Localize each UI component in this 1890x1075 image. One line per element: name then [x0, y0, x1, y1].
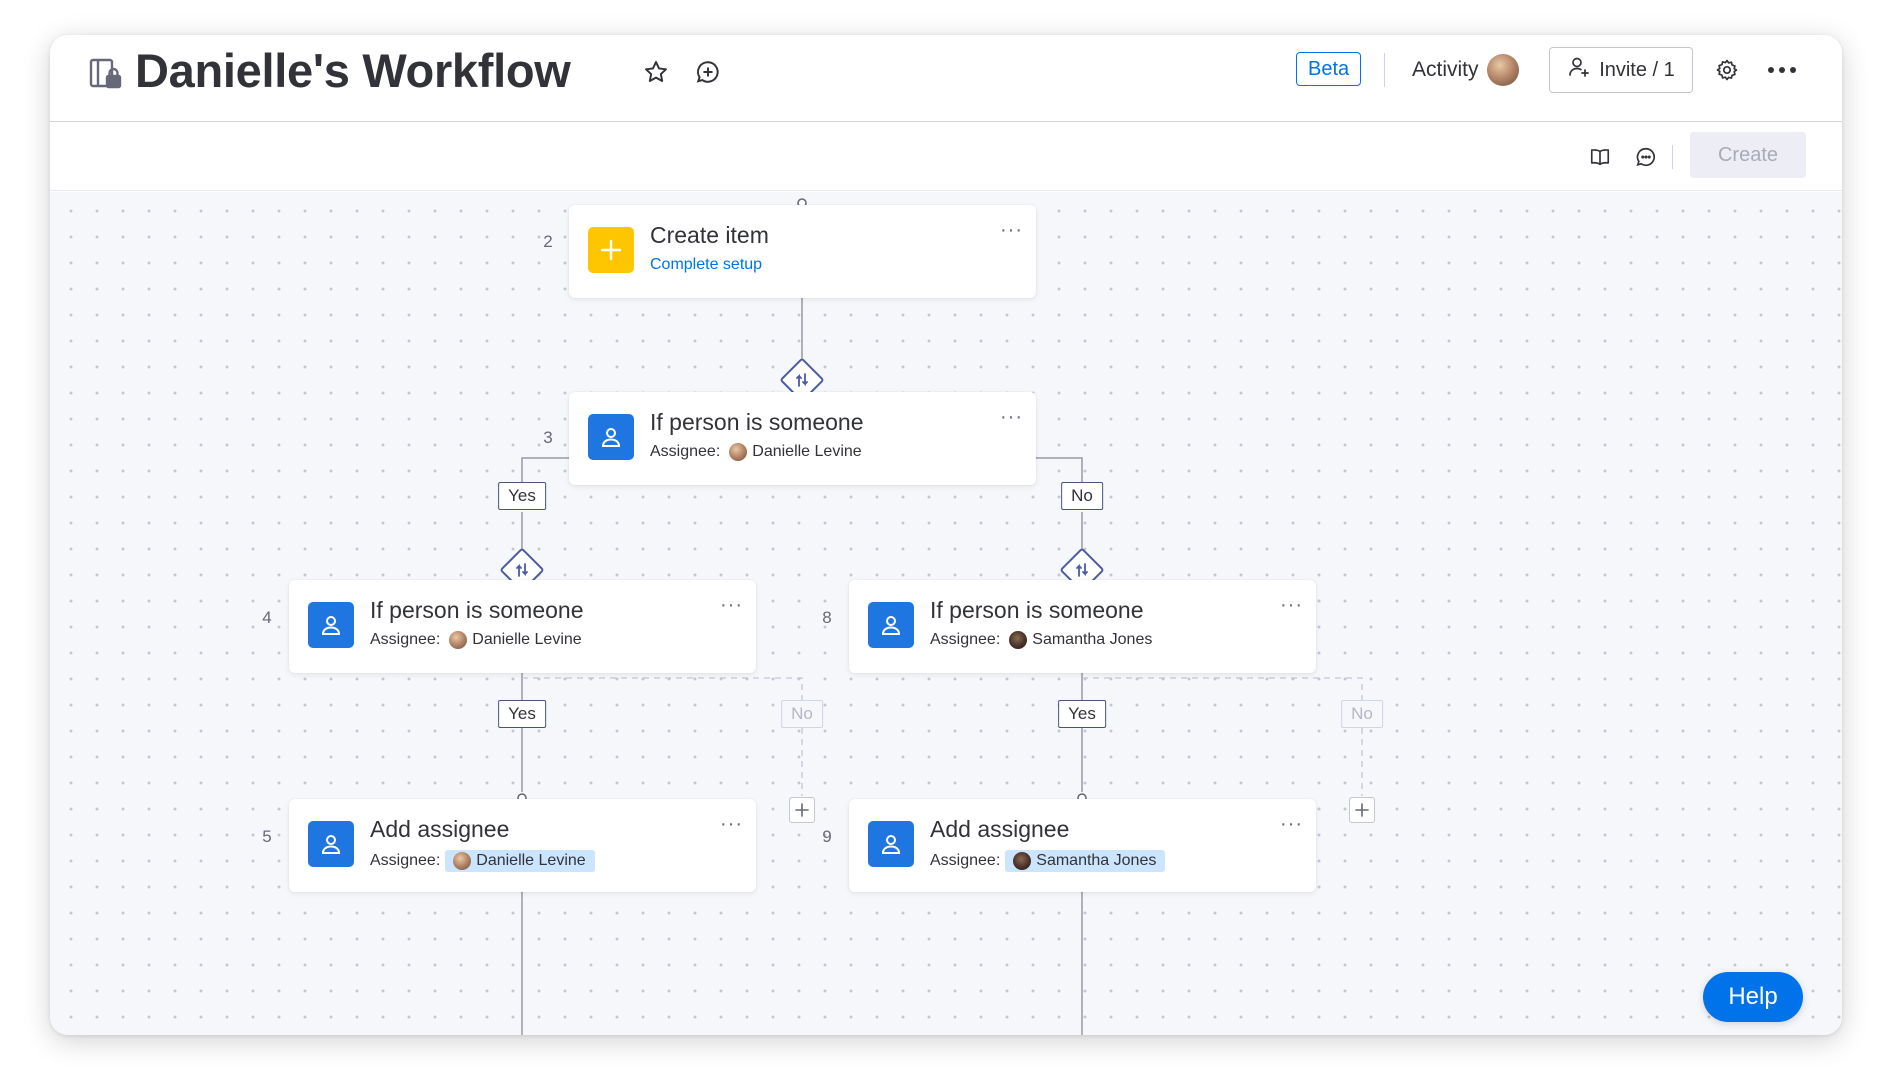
add-step-button[interactable] [1349, 797, 1375, 823]
workflow-toolbar: Create [50, 123, 1842, 191]
invite-label: Invite / 1 [1599, 58, 1675, 81]
avatar [1013, 852, 1032, 870]
condition-node-person[interactable]: If person is someone Assignee: Danielle … [569, 392, 1036, 485]
branch-no-tag[interactable]: No [1061, 482, 1103, 510]
assignee-label: Assignee: [650, 443, 721, 460]
workflow-canvas[interactable]: 2 Create item Complete setup ··· 3 If pe… [50, 192, 1842, 1035]
header: Danielle's Workflow Beta Activity Invite… [50, 35, 1842, 122]
avatar [1486, 54, 1519, 86]
node-menu-button[interactable]: ··· [1000, 219, 1023, 242]
person-icon [868, 602, 914, 648]
avatar [1009, 631, 1028, 649]
node-menu-button[interactable]: ··· [720, 594, 743, 617]
branch-yes-tag[interactable]: Yes [498, 482, 546, 510]
create-button[interactable]: Create [1690, 132, 1806, 178]
assignee-label: Assignee: [370, 631, 441, 648]
person-icon [308, 821, 354, 867]
activity-button[interactable]: Activity [1412, 54, 1519, 86]
avatar [449, 631, 468, 649]
book-guide-icon[interactable] [1584, 141, 1616, 173]
invite-button[interactable]: Invite / 1 [1549, 47, 1693, 93]
node-title: If person is someone [370, 597, 584, 623]
branch-no-tag[interactable]: No [781, 700, 823, 728]
more-options-icon[interactable] [1766, 54, 1798, 86]
node-menu-button[interactable]: ··· [1280, 594, 1303, 617]
node-menu-button[interactable]: ··· [720, 813, 743, 836]
plus-icon [588, 227, 634, 273]
person-icon [868, 821, 914, 867]
node-title: Add assignee [930, 816, 1070, 842]
node-menu-button[interactable]: ··· [1280, 813, 1303, 836]
assignee-chip[interactable]: Samantha Jones [1005, 850, 1166, 872]
condition-node-person[interactable]: If person is someone Assignee: Samantha … [849, 580, 1316, 673]
person-icon [588, 414, 634, 460]
toolbar-divider [1672, 145, 1673, 169]
branch-no-tag[interactable]: No [1341, 700, 1383, 728]
add-step-button[interactable] [789, 797, 815, 823]
action-node-add-assignee[interactable]: Add assignee Assignee: Samantha Jones ··… [849, 799, 1316, 892]
complete-setup-link[interactable]: Complete setup [650, 256, 762, 274]
step-number: 9 [822, 827, 832, 846]
branch-yes-tag[interactable]: Yes [1058, 700, 1106, 728]
node-menu-button[interactable]: ··· [1000, 406, 1023, 429]
assignee-label: Assignee: [370, 852, 441, 869]
assignee-name: Danielle Levine [476, 852, 586, 869]
assignee-name: Samantha Jones [1032, 631, 1153, 648]
step-number: 4 [262, 608, 272, 627]
action-node-create-item[interactable]: Create item Complete setup ··· [569, 205, 1036, 298]
avatar [729, 443, 748, 461]
assignee-name: Samantha Jones [1036, 852, 1157, 869]
assignee-chip[interactable]: Danielle Levine [445, 850, 595, 872]
page-title: Danielle's Workflow [135, 44, 571, 97]
add-person-icon [1567, 55, 1591, 85]
avatar [453, 852, 472, 870]
branch-yes-tag[interactable]: Yes [498, 700, 546, 728]
assignee-name: Danielle Levine [472, 631, 582, 648]
feedback-chat-icon[interactable] [1630, 141, 1662, 173]
condition-node-person[interactable]: If person is someone Assignee: Danielle … [289, 580, 756, 673]
header-divider [1384, 53, 1385, 87]
add-update-chat-icon[interactable] [692, 56, 724, 88]
step-number: 2 [543, 232, 553, 251]
assignee-label: Assignee: [930, 631, 1001, 648]
activity-label: Activity [1412, 58, 1479, 81]
step-number: 5 [262, 827, 272, 846]
settings-gear-icon[interactable] [1711, 54, 1743, 86]
favorite-star-icon[interactable] [640, 56, 672, 88]
step-number: 8 [822, 608, 832, 627]
help-button[interactable]: Help [1703, 972, 1803, 1022]
workflow-window: Danielle's Workflow Beta Activity Invite… [50, 35, 1842, 1035]
node-title: If person is someone [930, 597, 1144, 623]
board-lock-icon [88, 55, 124, 91]
action-node-add-assignee[interactable]: Add assignee Assignee: Danielle Levine ·… [289, 799, 756, 892]
beta-badge[interactable]: Beta [1296, 52, 1362, 86]
assignee-label: Assignee: [930, 852, 1001, 869]
step-number: 3 [543, 428, 553, 447]
assignee-name: Danielle Levine [752, 443, 862, 460]
node-title: If person is someone [650, 409, 864, 435]
node-title: Create item [650, 222, 769, 248]
node-title: Add assignee [370, 816, 510, 842]
person-icon [308, 602, 354, 648]
